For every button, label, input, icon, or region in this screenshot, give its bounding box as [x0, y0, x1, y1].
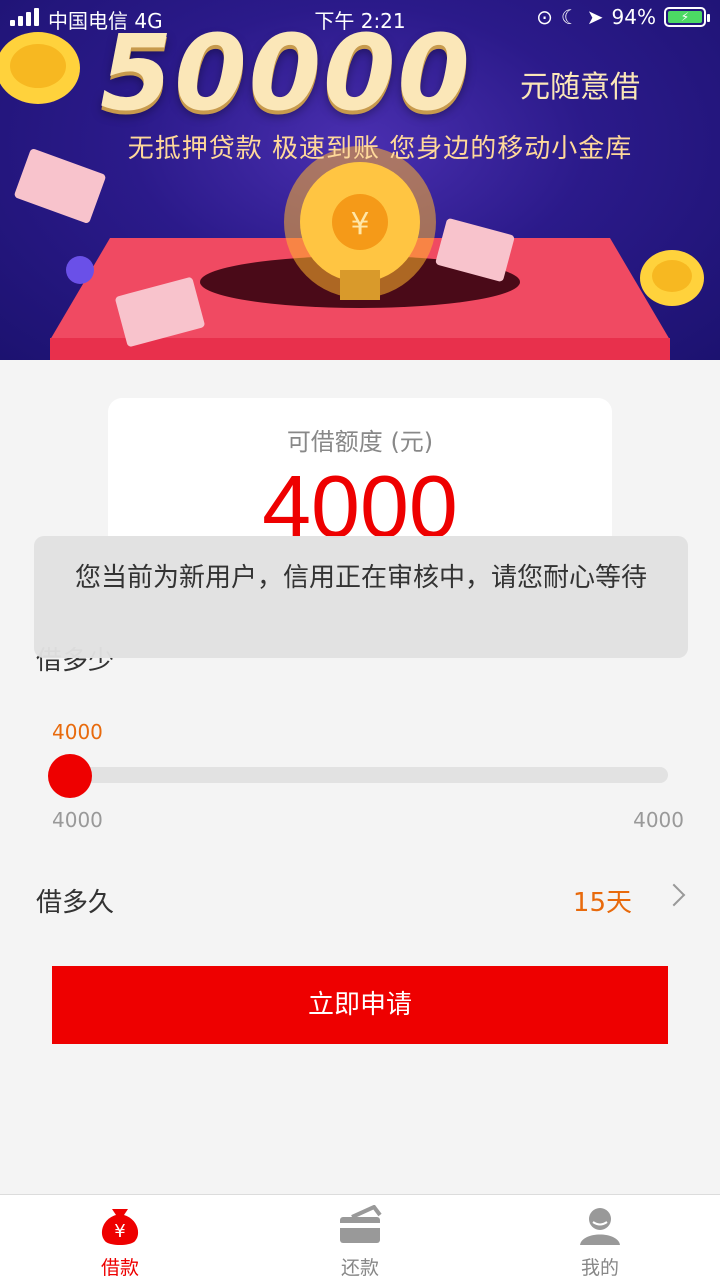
card-icon	[340, 1205, 382, 1243]
tab-borrow[interactable]: ¥ 借款	[0, 1195, 240, 1280]
battery-percent: 94%	[611, 5, 656, 29]
review-toast: 您当前为新用户，信用正在审核中，请您耐心等待	[34, 536, 688, 658]
banner-tagline: 无抵押贷款 极速到账 您身边的移动小金库	[127, 134, 633, 164]
tab-repay[interactable]: 还款	[240, 1195, 480, 1280]
status-bar: 中国电信 4G 下午 2:21 ⊙ ☾ ➤ 94% ⚡	[0, 0, 720, 34]
tab-repay-label: 还款	[340, 1257, 379, 1279]
duration-value: 15天	[572, 888, 632, 918]
slider-min-value: 4000	[52, 808, 103, 832]
svg-text:¥: ¥	[350, 207, 369, 242]
money-bag-icon: ¥	[101, 1209, 139, 1245]
credit-limit-label: 可借额度 (元)	[286, 428, 434, 456]
user-icon	[580, 1208, 620, 1245]
tab-profile-label: 我的	[580, 1257, 619, 1279]
duration-selector[interactable]: 借多久 15天	[0, 860, 720, 936]
headline-suffix: 元随意借	[520, 70, 640, 105]
slider-max-value: 4000	[633, 808, 684, 832]
duration-label: 借多久	[36, 888, 115, 918]
promo-banner[interactable]: ¥ 50000 元随意借 无抵押贷款 极速到账 您身边的移动小金库	[0, 0, 720, 360]
apply-button[interactable]: 立即申请	[52, 966, 668, 1044]
rotation-lock-icon: ⊙	[536, 5, 553, 29]
svg-text:¥: ¥	[114, 1221, 125, 1242]
amount-slider-thumb[interactable]	[48, 754, 92, 798]
tab-borrow-label: 借款	[100, 1257, 139, 1279]
slider-current-value: 4000	[52, 720, 103, 744]
chevron-right-icon	[662, 883, 686, 907]
battery-icon: ⚡	[664, 7, 710, 27]
tab-profile[interactable]: 我的	[480, 1195, 720, 1280]
moon-icon: ☾	[560, 5, 579, 29]
tab-bar: ¥ 借款 还款 我的	[0, 1194, 720, 1280]
location-icon: ➤	[586, 5, 604, 29]
amount-slider-track[interactable]	[50, 767, 668, 783]
